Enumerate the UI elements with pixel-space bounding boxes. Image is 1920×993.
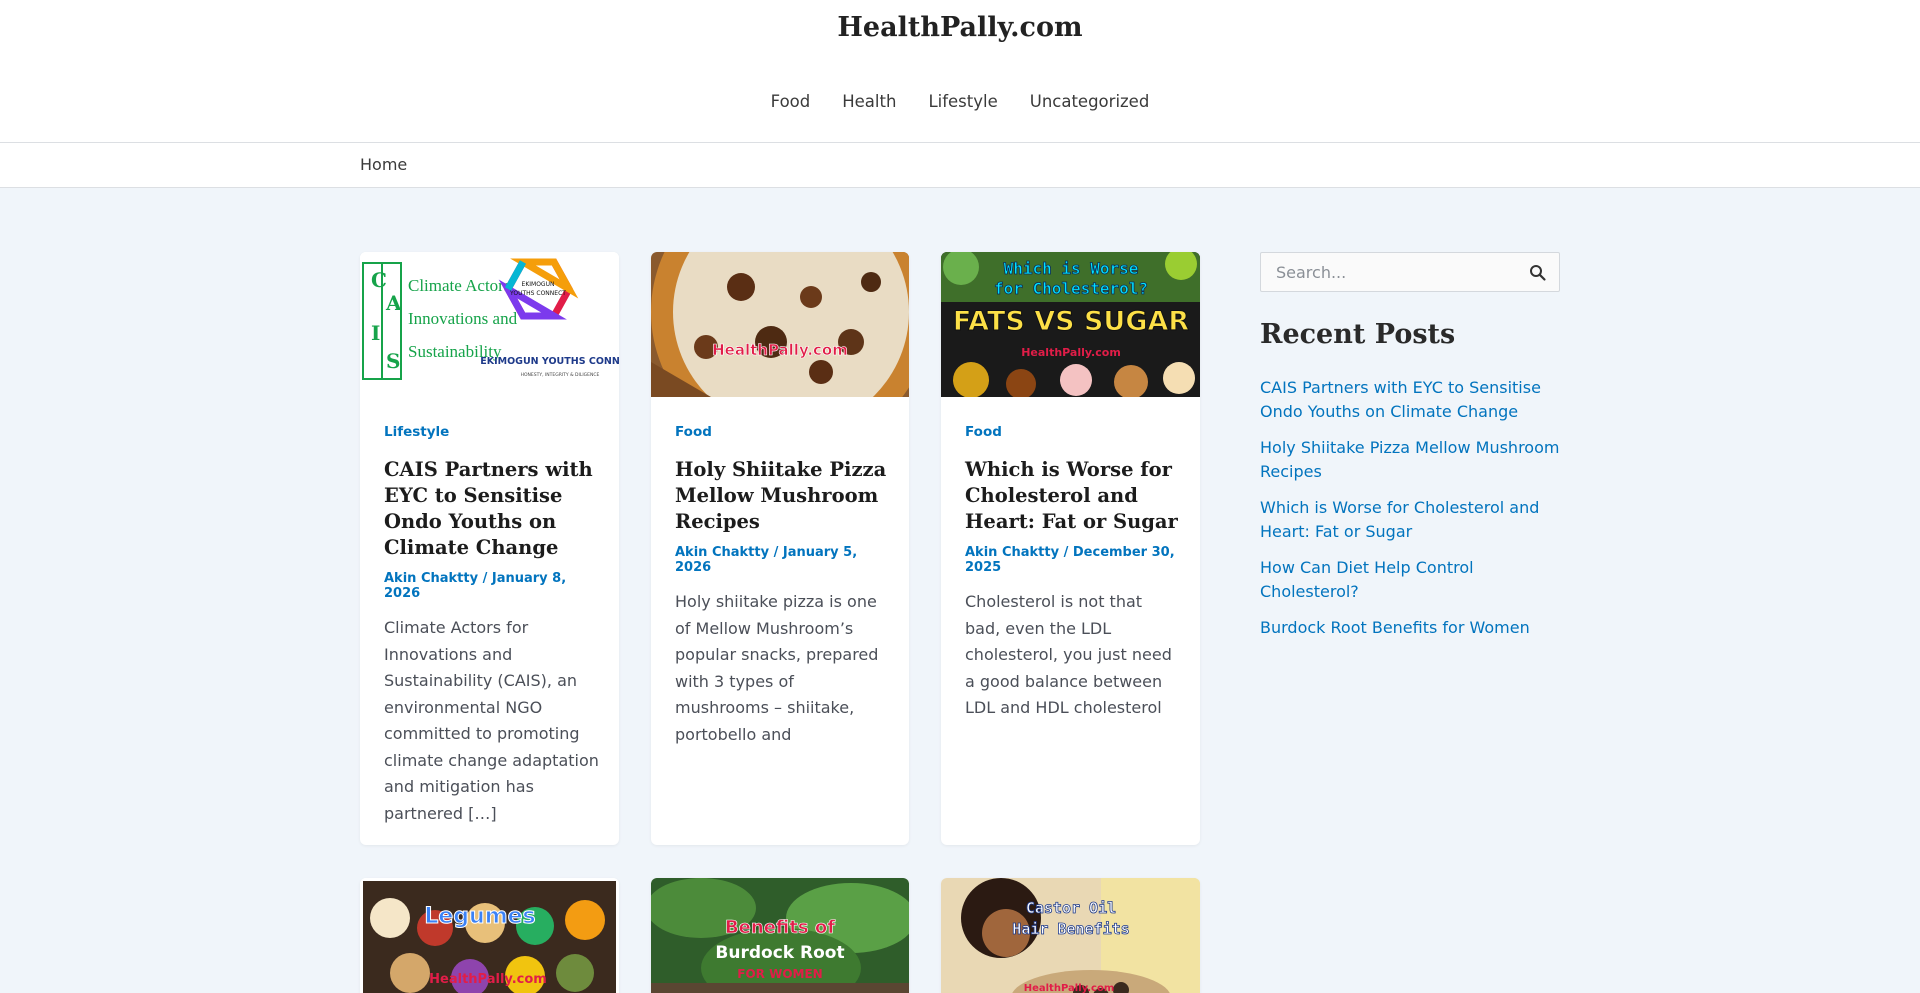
svg-text:HealthPally.com: HealthPally.com [429, 972, 547, 987]
breadcrumb: Home [0, 143, 1920, 188]
svg-text:for Cholesterol?: for Cholesterol? [994, 279, 1148, 298]
search-input[interactable] [1261, 253, 1511, 291]
svg-text:Castor Oil: Castor Oil [1026, 899, 1116, 917]
breadcrumb-home-link[interactable]: Home [360, 155, 407, 174]
post-category-link[interactable]: Lifestyle [384, 424, 599, 440]
nav-item-lifestyle[interactable]: Lifestyle [928, 92, 997, 111]
svg-text:HealthPally.com: HealthPally.com [1024, 983, 1115, 993]
recent-posts-list: CAIS Partners with EYC to Sensitise Ondo… [1260, 376, 1560, 640]
list-item: How Can Diet Help Control Cholesterol? [1260, 556, 1560, 604]
post-thumbnail[interactable]: C A I S Climate Actors for Innovations a… [360, 252, 619, 397]
nav-item-health[interactable]: Health [842, 92, 896, 111]
list-item: CAIS Partners with EYC to Sensitise Ondo… [1260, 376, 1560, 424]
svg-text:S: S [386, 349, 400, 373]
svg-text:HealthPally.com: HealthPally.com [1021, 346, 1121, 359]
post-title[interactable]: Holy Shiitake Pizza Mellow Mushroom Reci… [675, 457, 889, 535]
svg-text:YOUTHS CONNECT: YOUTHS CONNECT [509, 290, 566, 297]
post-author-link[interactable]: Akin Chaktty [965, 545, 1059, 560]
svg-text:C: C [371, 268, 387, 292]
post-thumbnail[interactable]: Legumes HealthPally.com [360, 878, 619, 993]
post-card: HealthPally.com Food Holy Shiitake Pizza… [651, 252, 909, 845]
svg-text:HONESTY, INTEGRITY & DILIGENCE: HONESTY, INTEGRITY & DILIGENCE [521, 372, 600, 378]
post-author-link[interactable]: Akin Chaktty [675, 545, 769, 560]
search-form [1260, 252, 1560, 292]
post-title[interactable]: CAIS Partners with EYC to Sensitise Ondo… [384, 457, 599, 561]
svg-text:Innovations and: Innovations and [408, 309, 518, 328]
main-navigation: Food Health Lifestyle Uncategorized [0, 92, 1920, 111]
nav-item-uncategorized[interactable]: Uncategorized [1030, 92, 1150, 111]
recent-post-link[interactable]: Which is Worse for Cholesterol and Heart… [1260, 498, 1539, 541]
svg-text:Legumes: Legumes [424, 904, 535, 929]
list-item: Holy Shiitake Pizza Mellow Mushroom Reci… [1260, 436, 1560, 484]
post-card: Castor Oil Hair Benefits HealthPally.com [941, 878, 1200, 993]
site-title[interactable]: HealthPally.com [0, 12, 1920, 43]
site-header: HealthPally.com Food Health Lifestyle Un… [0, 0, 1920, 143]
sidebar: Recent Posts CAIS Partners with EYC to S… [1260, 252, 1560, 652]
svg-text:Benefits of: Benefits of [725, 917, 835, 938]
post-excerpt: Cholesterol is not that bad, even the LD… [965, 592, 1172, 717]
recent-post-link[interactable]: Holy Shiitake Pizza Mellow Mushroom Reci… [1260, 438, 1559, 481]
recent-post-link[interactable]: Burdock Root Benefits for Women [1260, 618, 1530, 637]
svg-text:FATS VS SUGAR: FATS VS SUGAR [953, 306, 1190, 337]
list-item: Which is Worse for Cholesterol and Heart… [1260, 496, 1560, 544]
svg-text:I: I [371, 321, 380, 345]
recent-post-link[interactable]: How Can Diet Help Control Cholesterol? [1260, 558, 1474, 601]
post-excerpt: Holy shiitake pizza is one of Mellow Mus… [675, 592, 879, 744]
post-meta: Akin Chaktty / January 5, 2026 [675, 545, 858, 575]
post-meta: Akin Chaktty / January 8, 2026 [384, 571, 567, 601]
svg-text:EKIMOGUN: EKIMOGUN [522, 281, 555, 288]
post-thumbnail[interactable]: Benefits of Burdock Root FOR WOMEN [651, 878, 909, 993]
recent-post-link[interactable]: CAIS Partners with EYC to Sensitise Ondo… [1260, 378, 1541, 421]
post-card: Benefits of Burdock Root FOR WOMEN [651, 878, 909, 993]
recent-posts-title: Recent Posts [1260, 319, 1456, 350]
post-card: Legumes HealthPally.com [360, 878, 619, 993]
post-category-link[interactable]: Food [675, 424, 889, 440]
svg-text:FOR WOMEN: FOR WOMEN [737, 967, 822, 981]
list-item: Burdock Root Benefits for Women [1260, 616, 1560, 640]
svg-text:HealthPally.com: HealthPally.com [712, 341, 848, 359]
svg-text:Which is Worse: Which is Worse [1004, 259, 1139, 278]
post-card: Which is Worse for Cholesterol? FATS VS … [941, 252, 1200, 845]
post-title[interactable]: Which is Worse for Cholesterol and Heart… [965, 457, 1180, 535]
post-meta: Akin Chaktty / December 30, 2025 [965, 545, 1175, 575]
post-card: C A I S Climate Actors for Innovations a… [360, 252, 619, 845]
post-thumbnail[interactable]: HealthPally.com [651, 252, 909, 397]
post-category-link[interactable]: Food [965, 424, 1180, 440]
svg-text:Burdock Root: Burdock Root [715, 943, 844, 963]
svg-text:Hair Benefits: Hair Benefits [1012, 920, 1129, 938]
post-author-link[interactable]: Akin Chaktty [384, 571, 478, 586]
post-excerpt: Climate Actors for Innovations and Susta… [384, 618, 599, 823]
svg-text:A: A [385, 291, 402, 315]
search-icon[interactable] [1529, 264, 1547, 282]
post-thumbnail[interactable]: Which is Worse for Cholesterol? FATS VS … [941, 252, 1200, 397]
post-thumbnail[interactable]: Castor Oil Hair Benefits HealthPally.com [941, 878, 1200, 993]
nav-item-food[interactable]: Food [771, 92, 811, 111]
svg-text:EKIMOGUN YOUTHS CONNECT: EKIMOGUN YOUTHS CONNECT [480, 356, 619, 367]
